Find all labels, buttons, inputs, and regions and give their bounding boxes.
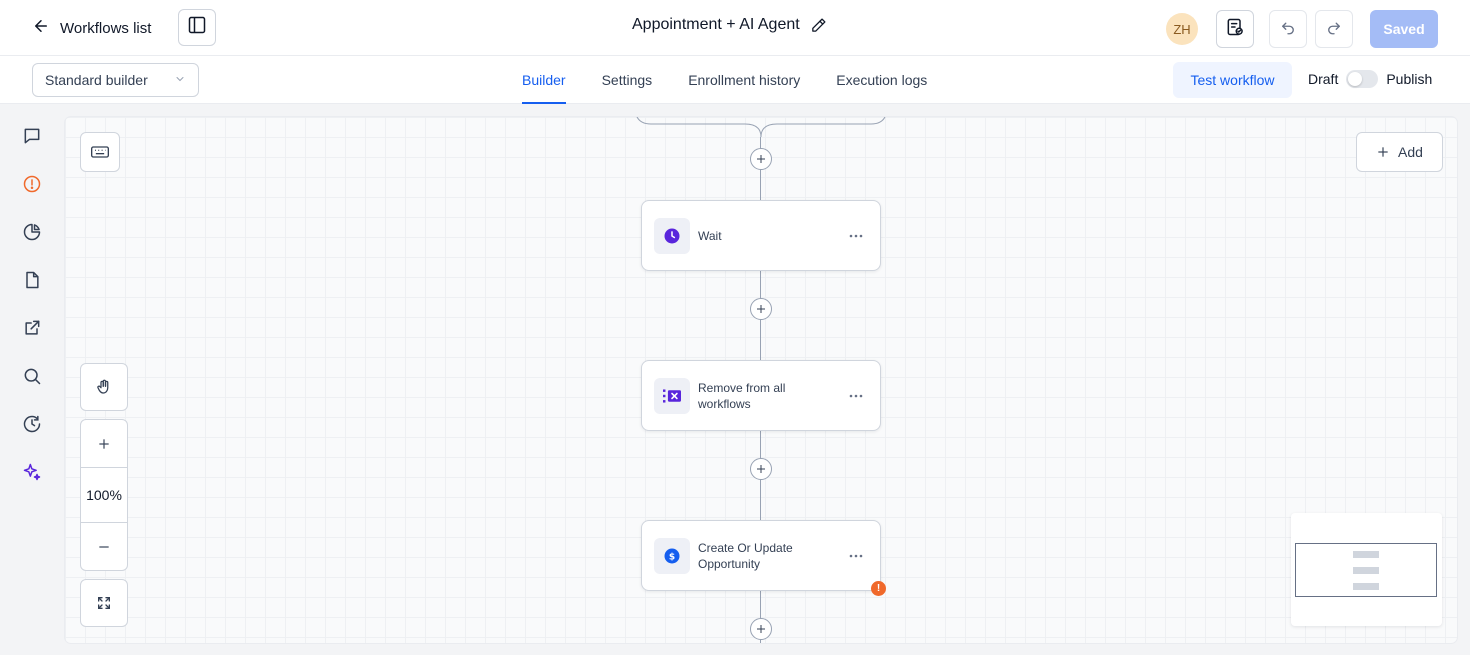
alert-icon [23,175,41,193]
rail-chat[interactable] [20,124,44,148]
plus-icon [757,465,765,473]
add-step-button[interactable] [750,618,772,640]
rail-external-link[interactable] [20,316,44,340]
clipboard-check-icon [1225,17,1245,42]
zoom-out-button[interactable] [81,523,127,570]
builder-type-value: Standard builder [45,72,148,88]
branch-merge-lines [636,117,886,137]
clock-icon [664,228,680,244]
edit-title-button[interactable] [810,17,827,34]
rail-documents[interactable] [20,268,44,292]
builder-toolbar: Standard builder Builder Settings Enroll… [0,56,1470,104]
hand-icon [97,379,109,394]
sparkles-icon [23,463,41,481]
minimap[interactable] [1291,513,1442,626]
zoom-controls: 100% [80,419,128,571]
node-more-button[interactable] [846,548,866,564]
minimap-node [1353,567,1379,574]
node-more-button[interactable] [846,228,866,244]
external-link-icon [25,320,40,335]
history-icon [23,415,41,433]
rail-alerts[interactable] [20,172,44,196]
left-rail [0,104,64,655]
publish-toggle[interactable] [1346,70,1379,88]
more-horizontal-icon [849,234,863,238]
notes-button[interactable] [1216,10,1254,48]
undo-button[interactable] [1269,10,1307,48]
tab-enrollment-history[interactable]: Enrollment history [688,56,800,104]
plus-icon [757,625,765,633]
rail-analytics[interactable] [20,220,44,244]
more-horizontal-icon [849,394,863,398]
tab-builder[interactable]: Builder [522,56,566,104]
rail-history[interactable] [20,412,44,436]
keyboard-shortcuts-button[interactable] [80,132,120,172]
pan-mode-button[interactable] [80,363,128,411]
minimap-node [1353,583,1379,590]
publish-label: Publish [1386,71,1433,87]
minimap-node [1353,551,1379,558]
add-button-label: Add [1398,144,1423,160]
rail-search[interactable] [20,364,44,388]
avatar[interactable]: ZH [1166,13,1198,45]
top-bar: Workflows list Appointment + AI Agent ZH… [0,0,1470,56]
plus-icon [1378,147,1388,157]
saved-button[interactable]: Saved [1370,10,1438,48]
svg-text:$: $ [669,552,675,562]
workflow-node-wait[interactable]: Wait [641,200,881,271]
workflow-title: Appointment + AI Agent [632,16,827,34]
document-icon [26,271,39,289]
node-icon-container [654,218,690,254]
minus-icon [99,545,109,548]
workflow-node-remove-from-all-workflows[interactable]: Remove from all workflows [641,360,881,431]
node-icon-container: $ [654,538,690,574]
expand-icon [98,597,110,609]
redo-button[interactable] [1315,10,1353,48]
chevron-down-icon [174,72,186,88]
add-step-button[interactable] [750,148,772,170]
tab-execution-logs[interactable]: Execution logs [836,56,927,104]
search-icon [24,368,41,385]
node-more-button[interactable] [846,388,866,404]
node-label: Wait [698,228,722,243]
back-to-workflows-link[interactable]: Workflows list [32,14,151,42]
fit-view-button[interactable] [80,579,128,627]
undo-icon [1279,18,1297,41]
node-warning-badge[interactable]: ! [871,581,886,596]
remove-workflows-icon [663,389,681,403]
draft-label: Draft [1308,71,1339,87]
zoom-level: 100% [81,467,127,523]
rail-ai[interactable] [20,460,44,484]
publish-toggle-group: Draft Publish [1308,70,1432,88]
node-icon-container [654,378,690,414]
chat-icon [24,128,40,144]
builder-type-select[interactable]: Standard builder [32,63,199,97]
add-button[interactable]: Add [1356,132,1443,172]
redo-icon [1325,18,1343,41]
add-step-button[interactable] [750,458,772,480]
test-workflow-button[interactable]: Test workflow [1173,62,1292,98]
dollar-icon: $ [664,548,680,564]
node-label: Remove from all workflows [698,380,786,411]
pie-chart-icon [23,223,41,241]
node-label: Create Or Update Opportunity [698,540,793,571]
workflow-canvas[interactable]: Wait Remove from all workflows $ Create … [65,117,1457,643]
back-link-label: Workflows list [60,19,152,37]
plus-icon [99,438,109,449]
plus-icon [757,155,765,163]
workflow-title-text: Appointment + AI Agent [632,16,800,33]
add-step-button[interactable] [750,298,772,320]
tab-bar: Builder Settings Enrollment history Exec… [522,56,927,104]
workflow-node-create-or-update-opportunity[interactable]: $ Create Or Update Opportunity [641,520,881,591]
toggle-panel-button[interactable] [178,9,216,46]
sidebar-panel-icon [187,15,207,40]
plus-icon [757,305,765,313]
zoom-in-button[interactable] [81,420,127,467]
tab-settings[interactable]: Settings [602,56,653,104]
pencil-icon [811,17,826,32]
arrow-left-icon [32,17,50,40]
more-horizontal-icon [849,554,863,558]
keyboard-icon [91,146,109,158]
